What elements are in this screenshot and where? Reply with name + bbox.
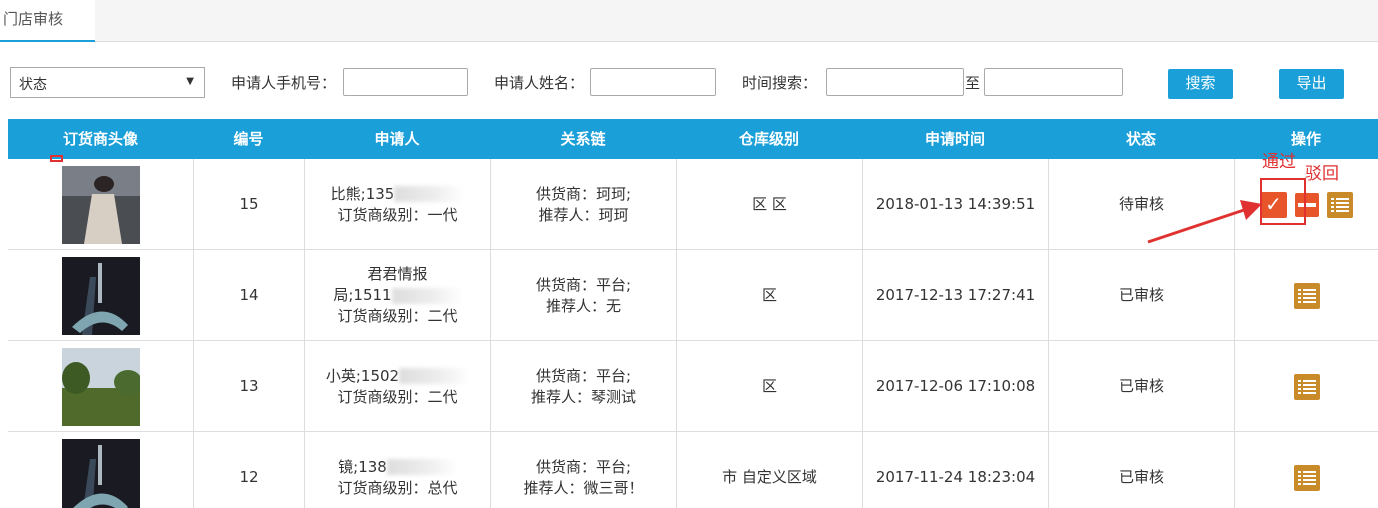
redacted-phone	[394, 186, 465, 202]
referrer-text: 推荐人：珂珂	[538, 205, 629, 224]
header-status: 状态	[1125, 130, 1156, 148]
applicant-level: 订货商级别：一代	[337, 205, 458, 224]
applicant-cell: 比熊;135 订货商级别：一代	[304, 159, 490, 250]
id-cell: 14	[193, 250, 304, 341]
avatar	[61, 256, 140, 335]
status-cell: 已审核	[1048, 432, 1234, 508]
applicant-level: 订货商级别：二代	[337, 387, 458, 406]
actions-cell	[1234, 432, 1378, 508]
warehouse-level-cell: 区	[676, 341, 862, 432]
list-detail-icon[interactable]	[1293, 282, 1320, 309]
table-row: 14 君君情报局;1511 订货商级别：二代 供货商：平台; 推荐人：无 区 201…	[8, 250, 1378, 341]
table-row: 12 镜;138 订货商级别：总代 供货商：平台; 推荐人：微三哥！ 市 自定义区域…	[8, 432, 1378, 508]
warehouse-level-cell: 区 区	[676, 159, 862, 250]
list-detail-icon[interactable]	[1293, 464, 1320, 491]
chain-cell: 供货商：平台; 推荐人：无	[490, 250, 676, 341]
annotation-marker	[50, 155, 63, 162]
end-time-input[interactable]	[984, 68, 1123, 96]
time-label: 时间搜索：	[742, 74, 818, 92]
chevron-down-icon: ▼	[186, 76, 194, 87]
tab-store-review[interactable]: 门店审核	[0, 0, 95, 42]
applicant-cell: 君君情报局;1511 订货商级别：二代	[304, 250, 490, 341]
apply-time-cell: 2017-12-06 17:10:08	[862, 341, 1048, 432]
table-header: 订货商头像 编号 申请人 关系链 仓库级别 申请时间 状态 操作	[8, 119, 1378, 159]
avatar-cell	[8, 250, 193, 341]
supplier-text: 供货商：珂珂;	[535, 184, 632, 203]
applicant-name-phone: 镜;138	[338, 457, 387, 476]
start-time-input[interactable]	[826, 68, 964, 96]
referrer-text: 推荐人：琴测试	[530, 387, 636, 406]
avatar-cell	[8, 432, 193, 508]
id-cell: 15	[193, 159, 304, 250]
chain-cell: 供货商：平台; 推荐人：微三哥！	[490, 432, 676, 508]
search-button[interactable]: 搜索	[1168, 69, 1233, 99]
applicant-level: 订货商级别：总代	[337, 478, 458, 497]
chain-cell: 供货商：珂珂; 推荐人：珂珂	[490, 159, 676, 250]
applicant-name: 君君情报	[367, 265, 428, 283]
supplier-text: 供货商：平台;	[535, 457, 632, 476]
phone-input[interactable]	[343, 68, 468, 96]
annotation-arrow-icon	[1147, 200, 1262, 244]
avatar-cell	[8, 159, 193, 250]
avatar-cell	[8, 341, 193, 432]
header-warehouse-level: 仓库级别	[738, 130, 799, 148]
actions-cell	[1234, 341, 1378, 432]
annotation-reject-label: 驳回	[1305, 164, 1339, 184]
warehouse-level-cell: 区	[676, 250, 862, 341]
table-row: 13 小英;1502 订货商级别：二代 供货商：平台; 推荐人：琴测试 区 2017…	[8, 341, 1378, 432]
header-actions: 操作	[1290, 130, 1321, 148]
applicant-cell: 镜;138 订货商级别：总代	[304, 432, 490, 508]
id-cell: 12	[193, 432, 304, 508]
list-detail-icon[interactable]	[1293, 373, 1320, 400]
id-cell: 13	[193, 341, 304, 432]
status-cell: 已审核	[1048, 341, 1234, 432]
avatar	[61, 438, 140, 508]
name-input[interactable]	[590, 68, 716, 96]
avatar	[61, 165, 140, 244]
apply-time-cell: 2017-12-13 17:27:41	[862, 250, 1048, 341]
status-cell: 已审核	[1048, 250, 1234, 341]
applicant-phone: 局;1511	[333, 286, 392, 304]
tab-bar: 门店审核	[0, 0, 1378, 42]
redacted-phone	[386, 459, 457, 475]
warehouse-level-cell: 市 自定义区域	[676, 432, 862, 508]
export-button[interactable]: 导出	[1279, 69, 1344, 99]
applicant-level: 订货商级别：二代	[337, 307, 458, 325]
name-label: 申请人姓名：	[494, 74, 585, 92]
header-avatar: 订货商头像	[62, 130, 138, 148]
redacted-phone	[399, 368, 470, 384]
header-apply-time: 申请时间	[924, 130, 985, 148]
applicant-cell: 小英;1502 订货商级别：二代	[304, 341, 490, 432]
filter-bar: 状态 ▼ 申请人手机号： 申请人姓名： 时间搜索： 至 搜索 导出	[0, 64, 1378, 104]
header-chain: 关系链	[560, 130, 606, 148]
actions-cell	[1234, 250, 1378, 341]
annotation-pass-label: 通过	[1262, 152, 1296, 172]
phone-label: 申请人手机号：	[231, 74, 337, 92]
status-select[interactable]: 状态 ▼	[10, 67, 205, 98]
to-label: 至	[965, 74, 981, 92]
referrer-text: 推荐人：微三哥！	[523, 478, 644, 497]
header-applicant: 申请人	[374, 130, 420, 148]
apply-time-cell: 2018-01-13 14:39:51	[862, 159, 1048, 250]
redacted-phone	[391, 287, 462, 304]
list-detail-icon[interactable]	[1326, 191, 1353, 218]
chain-cell: 供货商：平台; 推荐人：琴测试	[490, 341, 676, 432]
referrer-text: 推荐人：无	[545, 296, 621, 315]
applicant-name-phone: 比熊;135	[330, 184, 395, 203]
supplier-text: 供货商：平台;	[535, 366, 632, 385]
status-select-value: 状态	[19, 77, 47, 93]
apply-time-cell: 2017-11-24 18:23:04	[862, 432, 1048, 508]
avatar	[61, 347, 140, 426]
header-id: 编号	[233, 130, 264, 148]
supplier-text: 供货商：平台;	[535, 275, 632, 294]
applicant-name-phone: 小英;1502	[325, 366, 400, 385]
